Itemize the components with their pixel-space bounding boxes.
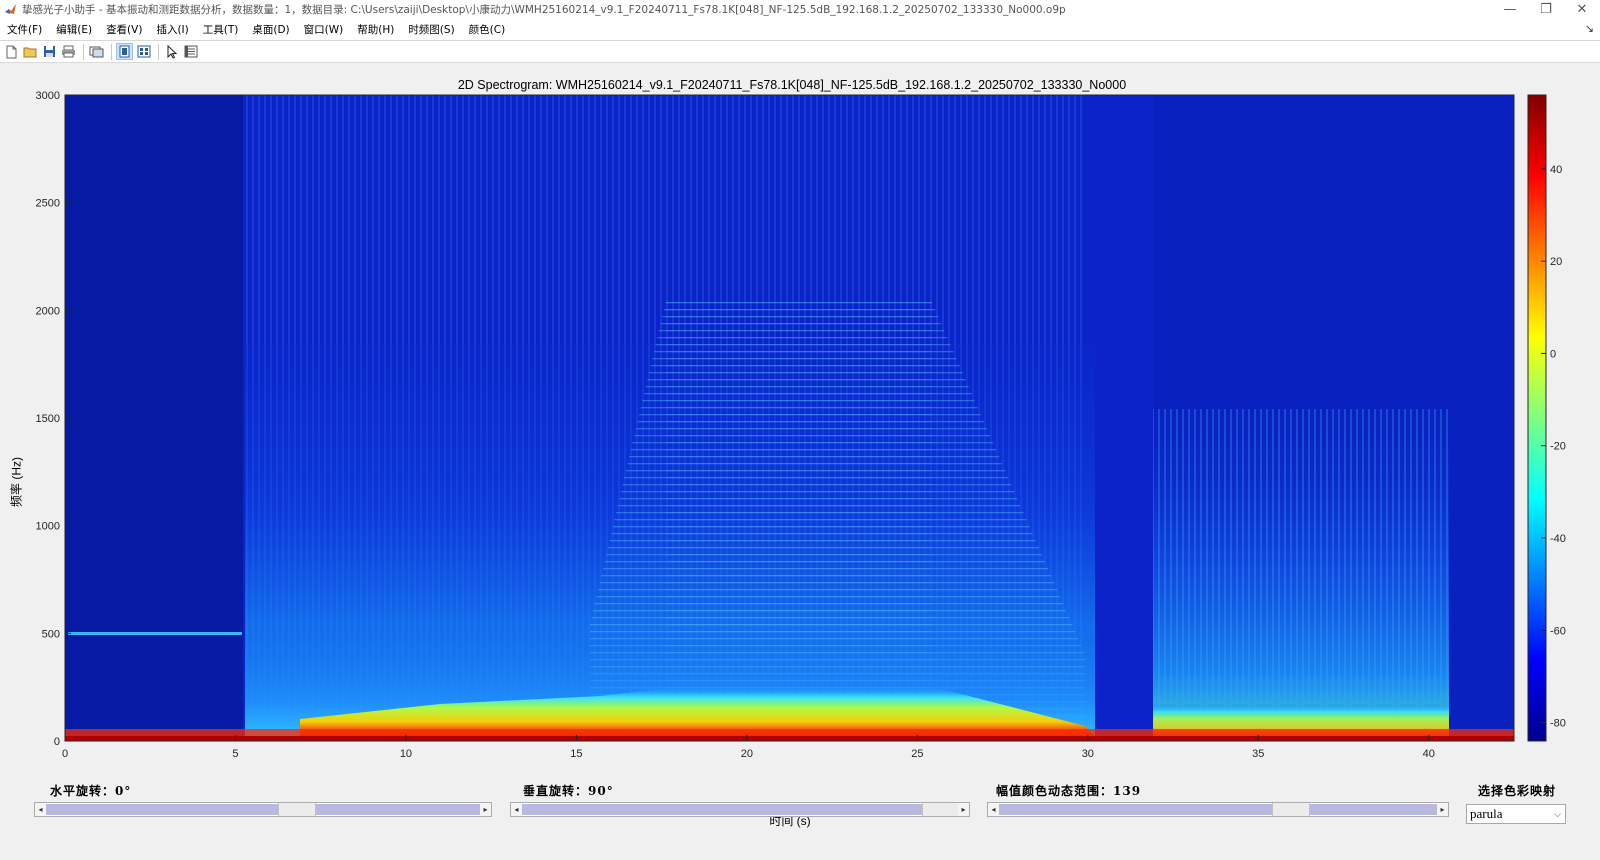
horizontal-rotation-label: 水平旋转：0° [50, 784, 132, 798]
slider-track-left[interactable] [46, 804, 278, 815]
slider-track-right[interactable] [1310, 804, 1437, 815]
menu-spectrogram[interactable]: 时频图(S) [401, 22, 461, 37]
x-tick-label: 35 [1252, 748, 1264, 760]
y-tick-label: 1500 [36, 413, 60, 425]
slider-track-right[interactable] [316, 804, 480, 815]
slider-right-arrow-icon[interactable]: ▸ [1437, 803, 1448, 816]
x-tick-label: 0 [62, 748, 68, 760]
new-figure-icon[interactable] [3, 43, 20, 60]
menu-window[interactable]: 窗口(W) [297, 22, 351, 37]
edit-pointer-icon[interactable] [163, 43, 180, 60]
y-tick-label: 1000 [36, 521, 60, 533]
slider-left-arrow-icon[interactable]: ◂ [511, 803, 522, 816]
slider-thumb[interactable] [1272, 803, 1310, 816]
slider-thumb[interactable] [922, 803, 959, 816]
print-icon[interactable] [60, 43, 77, 60]
quiet-region [65, 95, 243, 741]
colorbar[interactable] [1527, 94, 1547, 742]
minimize-button[interactable]: — [1492, 2, 1528, 17]
matlab-app-icon [5, 4, 16, 14]
colorbar-tick-label: 0 [1550, 348, 1556, 360]
menu-tools[interactable]: 工具(T) [196, 22, 246, 37]
x-tick-label: 20 [741, 748, 753, 760]
colormap-label: 选择色彩映射 [1478, 784, 1557, 798]
property-inspector-icon[interactable] [182, 43, 199, 60]
maximize-button[interactable]: ❐ [1528, 2, 1564, 17]
y-axis-label: 频率 (Hz) [9, 457, 24, 507]
slider-right-arrow-icon[interactable]: ▸ [958, 803, 969, 816]
colormap-select[interactable]: parula ⌵ [1466, 804, 1566, 824]
colorbar-tick-label: -80 [1550, 718, 1566, 730]
menu-insert[interactable]: 插入(I) [149, 22, 195, 37]
menu-help[interactable]: 帮助(H) [350, 22, 401, 37]
slider-track-left[interactable] [522, 804, 922, 815]
x-tick-label: 10 [400, 748, 412, 760]
save-icon[interactable] [41, 43, 58, 60]
y-tick-label: 0 [54, 736, 60, 748]
toolbar [0, 41, 1600, 63]
menu-bar: 文件(F) 编辑(E) 查看(V) 插入(I) 工具(T) 桌面(D) 窗口(W… [0, 19, 1600, 41]
horizontal-rotation-slider[interactable]: ◂ ▸ [34, 802, 492, 817]
toolbar-separator [111, 43, 112, 60]
color-range-slider[interactable]: ◂ ▸ [987, 802, 1449, 817]
plot-tools-show-icon[interactable] [135, 43, 152, 60]
colormap-select-value: parula [1470, 806, 1503, 821]
x-tick-label: 25 [911, 748, 923, 760]
y-tick-label: 2000 [36, 305, 60, 317]
x-tick-label: 5 [232, 748, 238, 760]
toolbar-separator [158, 43, 159, 60]
chevron-down-icon[interactable]: ⌵ [1554, 805, 1561, 823]
menu-edit[interactable]: 编辑(E) [49, 22, 99, 37]
colorbar-tick-label: 20 [1550, 256, 1562, 268]
slider-left-arrow-icon[interactable]: ◂ [35, 803, 46, 816]
colorbar-tick-label: -20 [1550, 441, 1566, 453]
menu-color[interactable]: 颜色(C) [462, 22, 513, 37]
x-tick-label: 15 [570, 748, 582, 760]
y-tick-label: 3000 [36, 90, 60, 102]
color-range-label: 幅值颜色动态范围：139 [996, 784, 1142, 798]
vertical-rotation-label: 垂直旋转：90° [523, 784, 614, 798]
menu-desktop[interactable]: 桌面(D) [245, 22, 296, 37]
toolbar-separator [83, 43, 84, 60]
open-folder-icon[interactable] [22, 43, 39, 60]
slider-left-arrow-icon[interactable]: ◂ [988, 803, 999, 816]
dock-figure-icon[interactable]: ↘ [1585, 22, 1594, 35]
tone-500hz [68, 632, 242, 635]
plot-tools-hide-icon[interactable] [116, 43, 133, 60]
burst-stripes [1153, 409, 1449, 741]
colorbar-tick-label: -60 [1550, 625, 1566, 637]
menu-file[interactable]: 文件(F) [0, 22, 49, 37]
close-button[interactable]: ✕ [1564, 2, 1600, 17]
colorbar-tick-label: 40 [1550, 164, 1562, 176]
slider-track-left[interactable] [999, 804, 1272, 815]
x-tick-label: 40 [1423, 748, 1435, 760]
slider-right-arrow-icon[interactable]: ▸ [480, 803, 491, 816]
x-tick-label: 30 [1082, 748, 1094, 760]
spectrogram-axes[interactable]: 0 5 10 15 20 25 30 35 40 0 500 1000 1500 2000 2500 300… [0, 64, 1600, 844]
figure-area: 2D Spectrogram: WMH25160214_v9.1_F202407… [0, 64, 1600, 844]
y-tick-label: 500 [42, 628, 60, 640]
colorbar-tick-label: -40 [1550, 533, 1566, 545]
link-figure-icon[interactable] [88, 43, 105, 60]
floor-line [65, 736, 1514, 741]
title-bar: 挚感光子小助手 - 基本振动和测距数据分析，数据数量：1，数据目录: C:\Us… [0, 0, 1600, 19]
slider-thumb[interactable] [278, 803, 316, 816]
vertical-rotation-slider[interactable]: ◂ ▸ [510, 802, 970, 817]
y-tick-label: 2500 [36, 198, 60, 210]
window-title: 挚感光子小助手 - 基本振动和测距数据分析，数据数量：1，数据目录: C:\Us… [22, 4, 1066, 16]
menu-view[interactable]: 查看(V) [99, 22, 149, 37]
